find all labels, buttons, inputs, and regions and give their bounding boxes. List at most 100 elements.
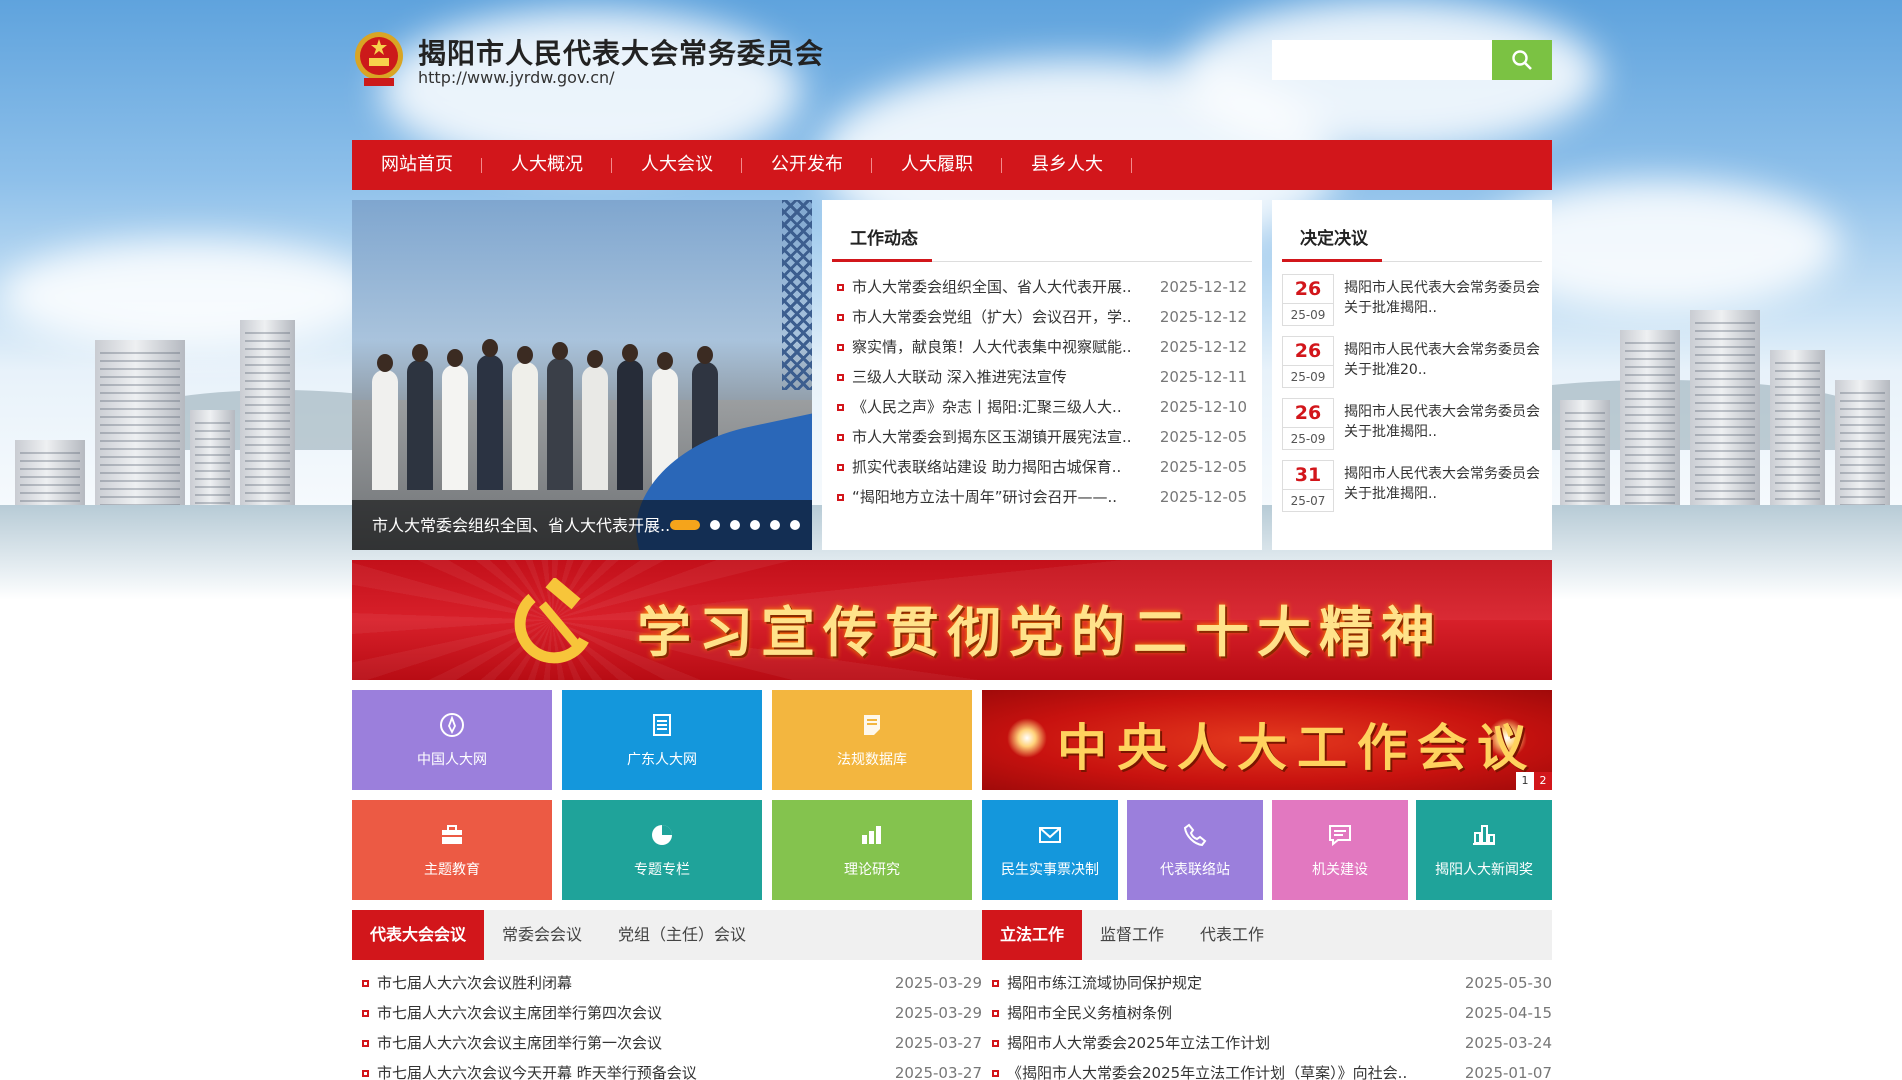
news-title[interactable]: 《揭阳市人大常委会2025年立法工作计划（草案）》向社会..	[1007, 1058, 1407, 1080]
bullet-icon	[362, 979, 369, 987]
news-title[interactable]: 市人大常委会组织全国、省人大代表开展..	[852, 272, 1132, 302]
news-item[interactable]: 市人大常委会到揭东区玉湖镇开展宪法宣.. 2025-12-05	[837, 422, 1247, 452]
news-item[interactable]: 市七届人大六次会议今天开幕 昨天举行预备会议 2025-03-27	[362, 1058, 982, 1080]
news-title[interactable]: 抓实代表联络站建设 助力揭阳古城保育..	[852, 452, 1121, 482]
decisions-panel: 决定决议 26 25-09 揭阳市人民代表大会常务委员会关于批准揭阳.. 26 25-0…	[1272, 200, 1552, 550]
nav-item-meetings[interactable]: 人大会议	[612, 140, 742, 190]
tab-supervision[interactable]: 监督工作	[1082, 910, 1182, 960]
news-slider[interactable]: 市人大常委会组织全国、省人大代表开展..	[352, 200, 812, 550]
central-npc-conference-banner[interactable]: 中央人大工作会议 1 2	[982, 690, 1552, 790]
news-item[interactable]: 揭阳市全民义务植树条例 2025-04-15	[992, 998, 1552, 1028]
news-title[interactable]: 揭阳市练江流域协同保护规定	[1007, 968, 1202, 998]
bullet-icon	[837, 313, 844, 321]
promo-page-2[interactable]: 2	[1534, 772, 1552, 790]
news-date: 2025-03-29	[894, 974, 982, 992]
news-title[interactable]: 揭阳市全民义务植树条例	[1007, 998, 1172, 1028]
tab-congress-meetings[interactable]: 代表大会会议	[352, 910, 485, 960]
tile-special-topics[interactable]: 专题专栏	[562, 800, 762, 900]
news-title[interactable]: 揭阳市人大常委会2025年立法工作计划	[1007, 1028, 1270, 1058]
tile-label: 法规数据库	[837, 752, 907, 768]
tab-standing-committee-meetings[interactable]: 常委会会议	[484, 910, 600, 960]
panel-title[interactable]: 工作动态	[850, 224, 918, 249]
news-title-wrap: 三级人大联动 深入推进宪法宣传	[837, 362, 1067, 392]
news-date: 2025-12-10	[1159, 398, 1247, 416]
party-congress-banner[interactable]: 学习宣传贯彻党的二十大精神	[352, 560, 1552, 680]
news-item[interactable]: 《人民之声》杂志丨揭阳:汇聚三级人大.. 2025-12-10	[837, 392, 1247, 422]
news-title[interactable]: 市七届人大六次会议主席团举行第四次会议	[377, 998, 662, 1028]
tile-npc-guangdong[interactable]: 广东人大网	[562, 690, 762, 790]
search-icon	[1512, 50, 1532, 70]
news-title[interactable]: 察实情，献良策！人大代表集中视察赋能..	[852, 332, 1132, 362]
decision-title[interactable]: 揭阳市人民代表大会常务委员会关于批准揭阳..	[1344, 398, 1542, 442]
tab-deputy-work[interactable]: 代表工作	[1182, 910, 1282, 960]
news-item[interactable]: “揭阳地方立法十周年”研讨会召开——.. 2025-12-05	[837, 482, 1247, 512]
decision-title[interactable]: 揭阳市人民代表大会常务委员会关于批准揭阳..	[1344, 274, 1542, 318]
nav-item-duties[interactable]: 人大履职	[872, 140, 1002, 190]
panel-title[interactable]: 决定决议	[1300, 224, 1368, 249]
nav-item-publications[interactable]: 公开发布	[742, 140, 872, 190]
legislation-news: 揭阳市练江流域协同保护规定 2025-05-30 揭阳市全民义务植树条例 2025-0…	[982, 968, 1552, 1080]
news-title[interactable]: “揭阳地方立法十周年”研讨会召开——..	[852, 482, 1117, 512]
slider-dot[interactable]	[730, 520, 740, 530]
tile-news-award[interactable]: 揭阳人大新闻奖	[1416, 800, 1552, 900]
news-item[interactable]: 市人大常委会组织全国、省人大代表开展.. 2025-12-12	[837, 272, 1247, 302]
bullet-icon	[837, 493, 844, 501]
tile-liaison-station[interactable]: 代表联络站	[1127, 800, 1263, 900]
nav-item-county-town[interactable]: 县乡人大	[1002, 140, 1132, 190]
slider-dot[interactable]	[670, 520, 700, 530]
tile-label: 主题教育	[424, 862, 480, 878]
slider-dot[interactable]	[770, 520, 780, 530]
site-url[interactable]: http://www.jyrdw.gov.cn/	[418, 68, 615, 87]
news-item[interactable]: 抓实代表联络站建设 助力揭阳古城保育.. 2025-12-05	[837, 452, 1247, 482]
tile-livelihood-voting[interactable]: 民生实事票决制	[982, 800, 1118, 900]
bullet-icon	[837, 403, 844, 411]
news-item[interactable]: 察实情，献良策！人大代表集中视察赋能.. 2025-12-12	[837, 332, 1247, 362]
tile-law-database[interactable]: 法规数据库	[772, 690, 972, 790]
news-item[interactable]: 揭阳市人大常委会2025年立法工作计划 2025-03-24	[992, 1028, 1552, 1058]
decision-item[interactable]: 26 25-09 揭阳市人民代表大会常务委员会关于批准揭阳..	[1282, 398, 1542, 460]
news-date: 2025-03-27	[894, 1064, 982, 1080]
search-button[interactable]	[1492, 40, 1552, 80]
work-news-panel: 工作动态 市人大常委会组织全国、省人大代表开展.. 2025-12-12 市人大常委…	[822, 200, 1262, 550]
search-input[interactable]	[1272, 40, 1492, 80]
news-date: 2025-03-24	[1464, 1034, 1552, 1052]
news-title[interactable]: 市七届人大六次会议今天开幕 昨天举行预备会议	[377, 1058, 697, 1080]
quick-links: 中国人大网 广东人大网 法规数据库 中央人大工作会议 1 2 主题教育 专题专栏…	[352, 690, 1552, 900]
tile-npc-china[interactable]: 中国人大网	[352, 690, 552, 790]
news-title[interactable]: 三级人大联动 深入推进宪法宣传	[852, 362, 1067, 392]
tile-label: 揭阳人大新闻奖	[1435, 862, 1533, 878]
news-title[interactable]: 市人大常委会党组（扩大）会议召开，学..	[852, 302, 1132, 332]
tab-party-group-meetings[interactable]: 党组（主任）会议	[600, 910, 764, 960]
decision-title[interactable]: 揭阳市人民代表大会常务委员会关于批准20..	[1344, 336, 1542, 380]
decision-title[interactable]: 揭阳市人民代表大会常务委员会关于批准揭阳..	[1344, 460, 1542, 504]
news-title[interactable]: 市七届人大六次会议胜利闭幕	[377, 968, 572, 998]
news-item[interactable]: 市七届人大六次会议胜利闭幕 2025-03-29	[362, 968, 982, 998]
tile-theme-education[interactable]: 主题教育	[352, 800, 552, 900]
decision-item[interactable]: 31 25-07 揭阳市人民代表大会常务委员会关于批准揭阳..	[1282, 460, 1542, 522]
news-date: 2025-03-27	[894, 1034, 982, 1052]
bullet-icon	[362, 1069, 369, 1077]
news-item[interactable]: 揭阳市练江流域协同保护规定 2025-05-30	[992, 968, 1552, 998]
notes-icon	[864, 715, 880, 735]
news-item[interactable]: 市七届人大六次会议主席团举行第一次会议 2025-03-27	[362, 1028, 982, 1058]
news-item[interactable]: 市七届人大六次会议主席团举行第四次会议 2025-03-29	[362, 998, 982, 1028]
decision-item[interactable]: 26 25-09 揭阳市人民代表大会常务委员会关于批准20..	[1282, 336, 1542, 398]
tab-legislation[interactable]: 立法工作	[982, 910, 1083, 960]
nav-item-overview[interactable]: 人大概况	[482, 140, 612, 190]
news-title[interactable]: 市七届人大六次会议主席团举行第一次会议	[377, 1028, 662, 1058]
hammer-sickle-icon	[514, 578, 589, 664]
news-title[interactable]: 《人民之声》杂志丨揭阳:汇聚三级人大..	[852, 392, 1122, 422]
nav-item-home[interactable]: 网站首页	[352, 140, 482, 190]
slider-dot[interactable]	[710, 520, 720, 530]
news-item[interactable]: 市人大常委会党组（扩大）会议召开，学.. 2025-12-12	[837, 302, 1247, 332]
tile-organ-building[interactable]: 机关建设	[1272, 800, 1408, 900]
news-item[interactable]: 三级人大联动 深入推进宪法宣传 2025-12-11	[837, 362, 1247, 392]
tile-theory-research[interactable]: 理论研究	[772, 800, 972, 900]
promo-page-1[interactable]: 1	[1516, 772, 1534, 790]
slider-dot[interactable]	[750, 520, 760, 530]
news-title[interactable]: 市人大常委会到揭东区玉湖镇开展宪法宣..	[852, 422, 1132, 452]
slider-dot[interactable]	[790, 520, 800, 530]
news-item[interactable]: 《揭阳市人大常委会2025年立法工作计划（草案）》向社会.. 2025-01-07	[992, 1058, 1552, 1080]
tile-label: 机关建设	[1312, 862, 1368, 878]
decision-item[interactable]: 26 25-09 揭阳市人民代表大会常务委员会关于批准揭阳..	[1282, 274, 1542, 336]
